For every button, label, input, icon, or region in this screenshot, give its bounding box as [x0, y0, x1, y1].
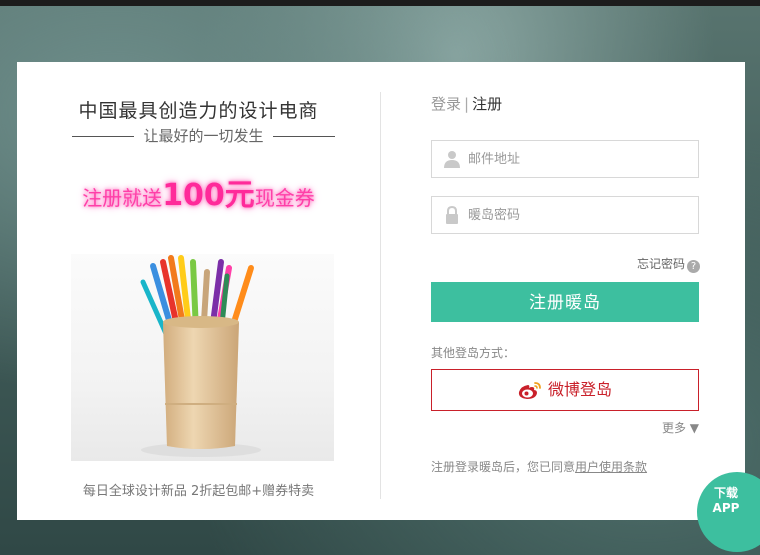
other-login-label: 其他登岛方式：	[431, 346, 516, 360]
weibo-icon	[518, 382, 541, 399]
email-input[interactable]	[468, 141, 688, 177]
tab-separator: |	[464, 95, 470, 113]
terms-prefix: 注册登录暖岛后，您已同意	[431, 460, 576, 474]
tagline: 每日全球设计新品 2折起包邮+赠券特卖	[82, 484, 315, 499]
password-field[interactable]	[431, 196, 699, 234]
top-bar	[0, 0, 760, 6]
email-field[interactable]	[431, 140, 699, 178]
subheadline-rule-right	[273, 136, 335, 137]
tab-register[interactable]: 注册	[472, 95, 502, 113]
subheadline-row: 让最好的一切发生	[72, 126, 335, 146]
auth-tabs: 登录 | 注册	[431, 93, 502, 114]
column-divider	[380, 92, 381, 499]
promo-suffix: 现金券	[254, 186, 315, 210]
weibo-login-label: 微博登岛	[547, 380, 612, 399]
more-login-options[interactable]: 更多 ▼	[662, 419, 699, 436]
help-icon: ?	[687, 260, 700, 273]
terms-link[interactable]: 用户使用条款	[575, 460, 647, 474]
promo-prefix: 注册就送	[82, 186, 163, 210]
download-app-label[interactable]: 下载 APP	[706, 486, 746, 516]
terms-notice: 注册登录暖岛后，您已同意用户使用条款	[431, 458, 647, 475]
lock-icon	[444, 205, 460, 224]
tab-login[interactable]: 登录	[431, 95, 461, 113]
register-panel: 中国最具创造力的设计电商 让最好的一切发生 注册就送100元现金券 每日全球设计…	[17, 62, 745, 520]
weibo-login-button[interactable]: 微博登岛	[431, 369, 699, 411]
headline: 中国最具创造力的设计电商	[78, 100, 319, 122]
download-app-line2: APP	[712, 501, 740, 515]
password-input[interactable]	[468, 197, 688, 233]
register-button[interactable]: 注册暖岛	[431, 282, 699, 322]
forgot-password-link[interactable]: 忘记密码?	[637, 255, 700, 273]
pencil-cup-image	[71, 254, 334, 461]
promo-banner: 注册就送100元现金券	[17, 170, 380, 214]
download-app-line1: 下载	[713, 486, 738, 500]
user-icon	[444, 150, 460, 168]
forgot-password-label: 忘记密码	[636, 257, 685, 271]
promo-amount: 100元	[162, 178, 255, 213]
